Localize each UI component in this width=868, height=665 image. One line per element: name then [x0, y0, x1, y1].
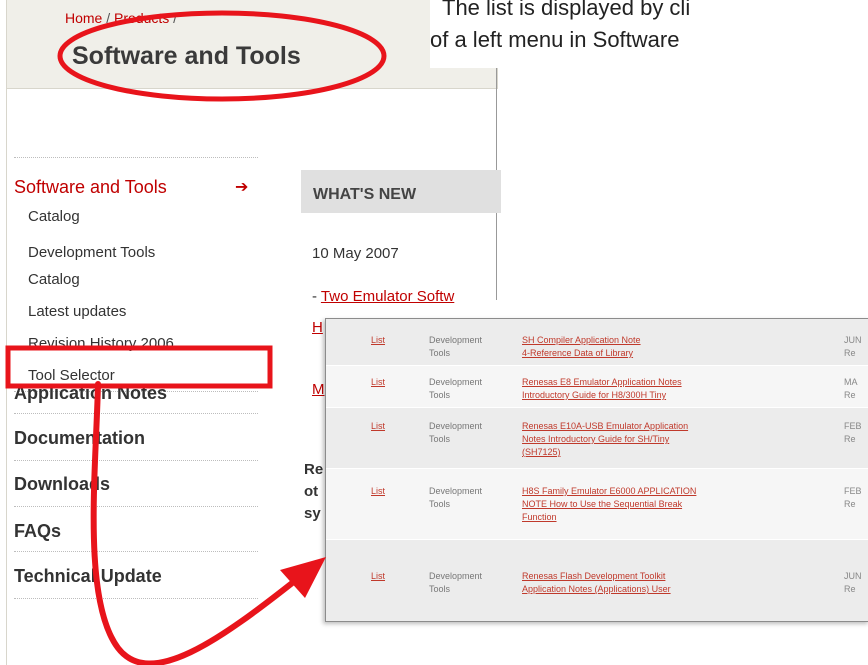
menu-divider [14, 460, 258, 461]
breadcrumb-separator: / [106, 10, 111, 26]
menu-sub-item[interactable]: Catalog [28, 208, 80, 225]
menu-sub-item[interactable]: Latest updates [28, 303, 126, 320]
row-title-link[interactable]: H8S Family Emulator E6000 APPLICATION NOT… [522, 485, 696, 524]
whats-new-title: WHAT'S NEW [313, 186, 417, 203]
row-date: JUN Re [844, 335, 862, 358]
news-link-fragment[interactable]: M [312, 381, 325, 398]
menu-divider [14, 598, 258, 599]
breadcrumb-home[interactable]: Home [65, 10, 102, 26]
news-item: - Two Emulator Softw [312, 288, 454, 305]
menu-item-downloads[interactable]: Downloads [14, 474, 110, 495]
menu-sub-item[interactable]: Tool Selector [28, 367, 115, 384]
row-date: FEB Re [844, 486, 862, 509]
menu-divider [14, 157, 258, 158]
menu-item-faqs[interactable]: FAQs [14, 521, 61, 542]
table-row: List Development Tools Renesas E8 Emulato… [326, 366, 868, 408]
menu-divider [14, 506, 258, 507]
news-date: 10 May 2007 [312, 245, 399, 262]
menu-sub-item[interactable]: Development Tools [28, 244, 155, 261]
row-title-link[interactable]: Renesas E10A-USB Emulator Application Not… [522, 420, 688, 459]
row-list-link[interactable]: List [371, 570, 385, 583]
menu-divider [14, 413, 258, 414]
row-date: JUN Re [844, 571, 862, 594]
news-link-fragment[interactable]: H [312, 319, 323, 336]
menu-item-technical-update[interactable]: Technical Update [14, 566, 162, 587]
breadcrumb-products[interactable]: Products [114, 10, 169, 26]
row-list-link[interactable]: List [371, 376, 385, 389]
menu-sub-item[interactable]: Revision History 2006 [28, 335, 174, 352]
breadcrumb-separator: / [173, 10, 178, 26]
table-row: List Development Tools H8S Family Emulato… [326, 469, 868, 540]
row-list-link[interactable]: List [371, 420, 385, 433]
row-date: FEB Re [844, 421, 862, 444]
menu-section-software-and-tools[interactable]: Software and Tools [14, 177, 167, 198]
table-row: List Development Tools Renesas Flash Deve… [326, 540, 868, 621]
arrow-right-icon: ➔ [235, 179, 249, 196]
row-category: Development Tools [429, 571, 483, 594]
row-list-link[interactable]: List [371, 485, 385, 498]
table-row: List Development Tools Renesas E10A-USB E… [326, 408, 868, 469]
menu-divider [14, 551, 258, 552]
row-title-link[interactable]: Renesas Flash Development Toolkit Applica… [522, 570, 671, 596]
row-list-link[interactable]: List [371, 334, 385, 347]
row-title-link[interactable]: SH Compiler Application Note 4-Reference … [522, 334, 641, 360]
application-notes-list-inset: List Development Tools SH Compiler Applic… [325, 318, 868, 622]
row-category: Development Tools [429, 335, 483, 358]
text-fragment: Re [304, 461, 324, 478]
caption-line-2: of a left menu in Software [430, 27, 680, 52]
page-title: Software and Tools [72, 42, 301, 70]
text-fragment: ot [304, 483, 319, 500]
row-category: Development Tools [429, 377, 483, 400]
news-bullet: - [312, 288, 321, 305]
table-row: List Development Tools SH Compiler Applic… [326, 319, 868, 366]
menu-item-documentation[interactable]: Documentation [14, 428, 145, 449]
row-title-link[interactable]: Renesas E8 Emulator Application Notes Int… [522, 376, 682, 402]
text-fragment: sy [304, 505, 321, 522]
left-border [6, 88, 7, 665]
news-fragment: M [312, 381, 325, 398]
menu-sub-item[interactable]: Catalog [28, 271, 80, 288]
menu-item-application-notes[interactable]: Application Notes [14, 383, 167, 404]
news-fragment: H [312, 319, 323, 336]
row-date: MA Re [844, 377, 858, 400]
caption-line-1: The list is displayed by cli [442, 0, 691, 20]
caption-box: The list is displayed by cli of a left m… [430, 0, 868, 68]
row-category: Development Tools [429, 486, 483, 509]
row-category: Development Tools [429, 421, 483, 444]
breadcrumb: Home / Products / [65, 10, 177, 26]
news-link[interactable]: Two Emulator Softw [321, 288, 454, 305]
